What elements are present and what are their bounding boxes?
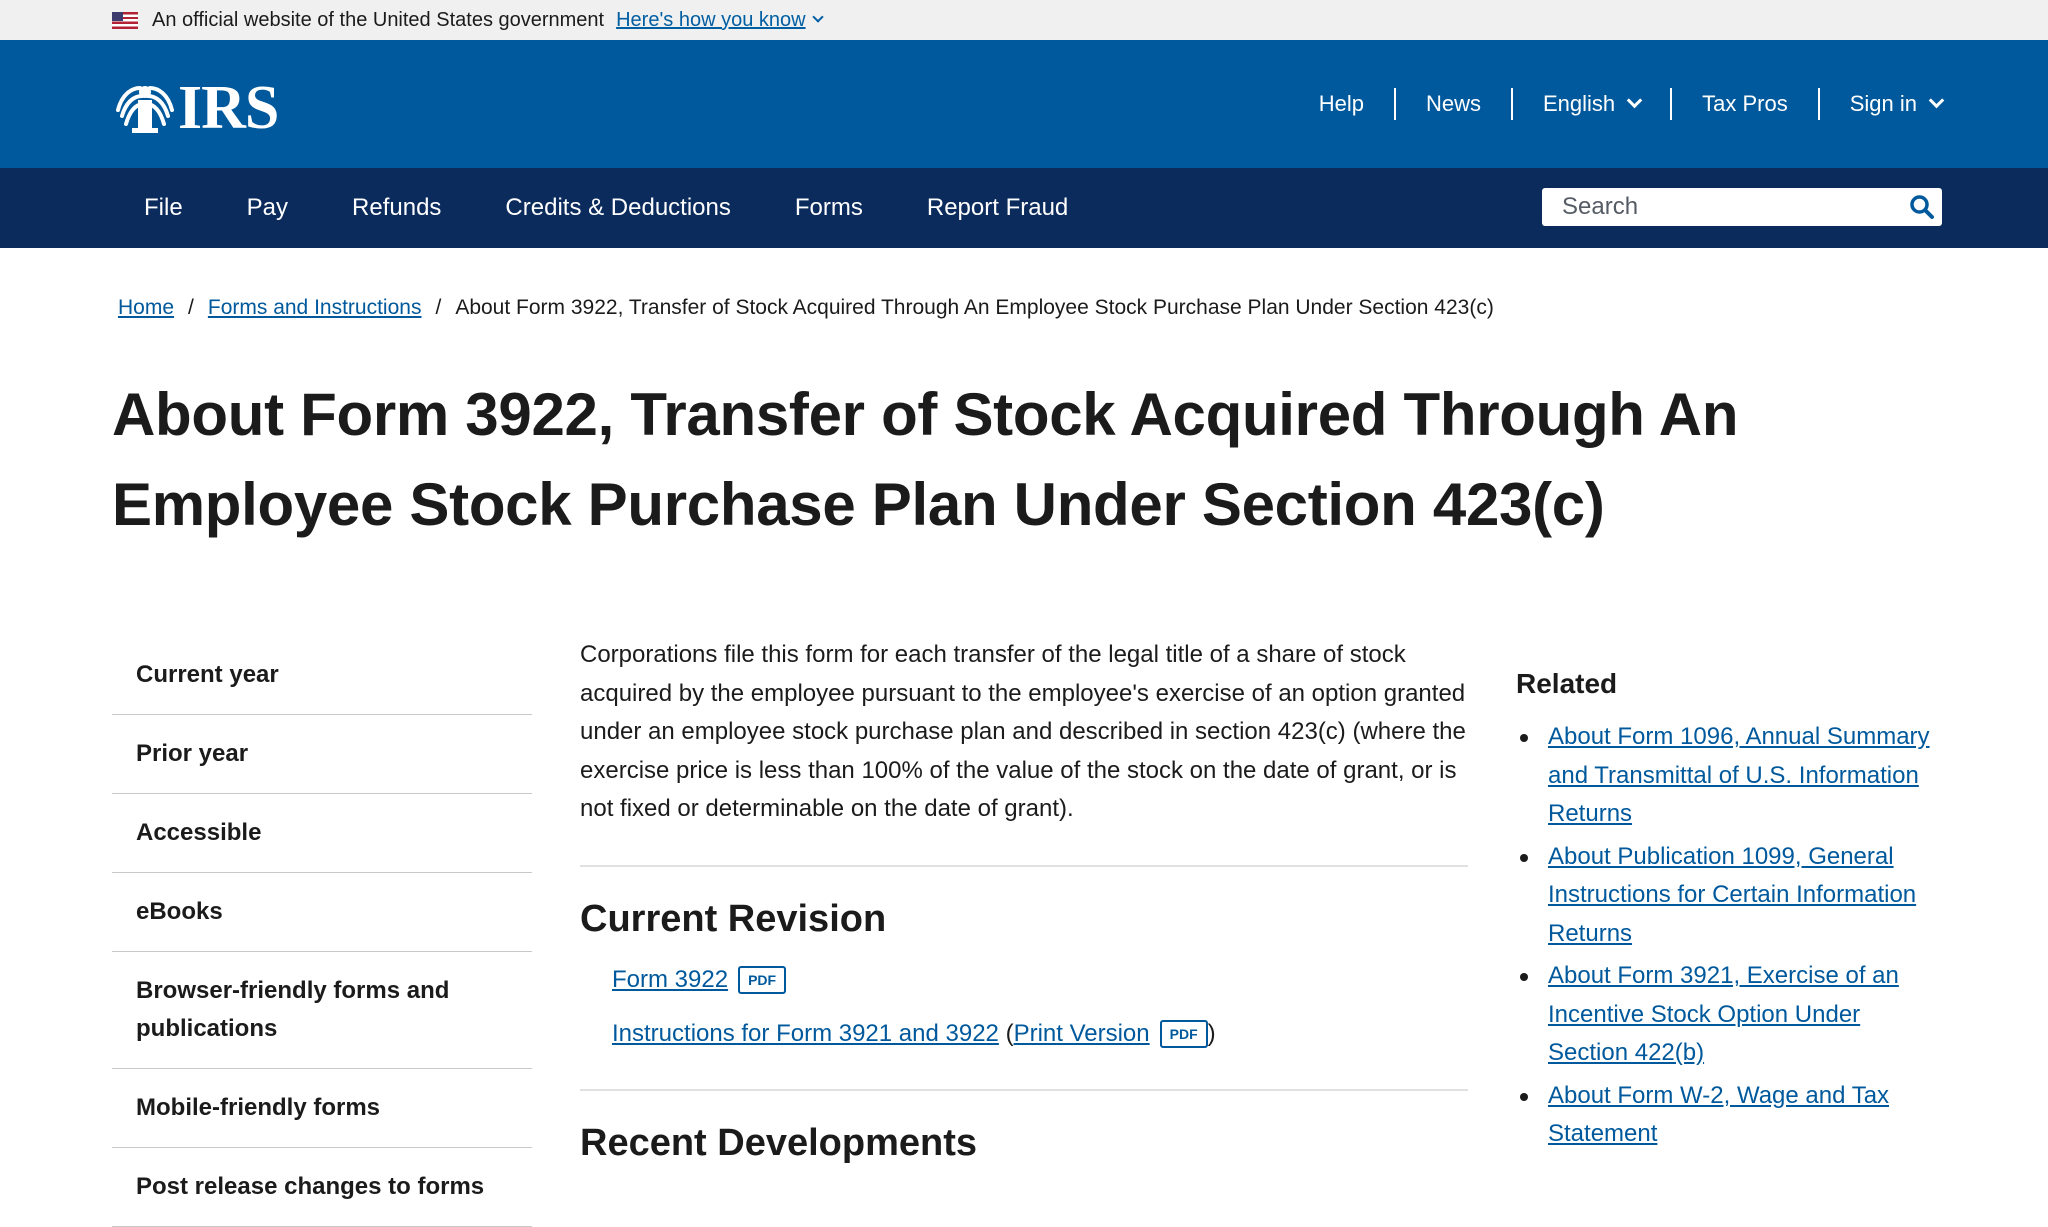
main-content: Corporations file this form for each tra… — [580, 636, 1468, 1165]
breadcrumb-separator: / — [435, 296, 442, 319]
utility-nav: Help News English Tax Pros Sign in — [1289, 40, 1945, 168]
intro-paragraph: Corporations file this form for each tra… — [580, 641, 1466, 822]
nav-item-pay[interactable]: Pay — [215, 168, 320, 248]
sidebar-nav: Current year Prior year Accessible eBook… — [112, 636, 532, 1227]
pdf-badge[interactable]: PDF — [738, 966, 787, 995]
list-item: About Form W-2, Wage and Tax Statement — [1516, 1077, 1936, 1154]
help-link[interactable]: Help — [1289, 91, 1394, 117]
eagle-logo-icon — [116, 86, 174, 133]
nav-item-forms[interactable]: Forms — [763, 168, 895, 248]
breadcrumb-forms-link[interactable]: Forms and Instructions — [208, 296, 422, 320]
gov-banner-text: An official website of the United States… — [152, 8, 605, 31]
chevron-down-icon[interactable] — [811, 11, 824, 23]
nav-item-report-fraud[interactable]: Report Fraud — [895, 168, 1100, 248]
chevron-down-icon — [1928, 92, 1945, 108]
sidebar-item-prior-year[interactable]: Prior year — [112, 715, 532, 794]
search-icon[interactable] — [1902, 188, 1942, 226]
list-item: About Publication 1099, General Instruct… — [1516, 838, 1936, 954]
sign-in-dropdown[interactable]: Sign in — [1820, 91, 1945, 117]
gov-banner: An official website of the United States… — [0, 0, 2048, 40]
current-revision-list: Form 3922 PDF Instructions for Form 3921 … — [580, 953, 1468, 1061]
nav-item-credits-deductions[interactable]: Credits & Deductions — [473, 168, 762, 248]
search-input[interactable] — [1542, 188, 1902, 226]
breadcrumb: Home / Forms and Instructions / About Fo… — [118, 296, 1494, 320]
instructions-link[interactable]: Instructions for Form 3921 and 3922 — [612, 1020, 999, 1047]
print-version-link[interactable]: Print Version — [1014, 1020, 1150, 1047]
chevron-down-icon — [1626, 92, 1643, 108]
main-nav: File Pay Refunds Credits & Deductions Fo… — [0, 168, 2048, 248]
tax-pros-link[interactable]: Tax Pros — [1672, 91, 1818, 117]
site-header: IRS Help News English Tax Pros Sign in — [0, 40, 2048, 168]
breadcrumb-home-link[interactable]: Home — [118, 296, 174, 320]
current-revision-heading: Current Revision — [580, 897, 887, 940]
pdf-badge[interactable]: PDF — [1159, 1020, 1208, 1049]
sidebar-item-mobile-friendly[interactable]: Mobile-friendly forms — [112, 1069, 532, 1148]
related-panel: Related About Form 1096, Annual Summary … — [1516, 668, 1936, 1158]
sidebar-item-browser-friendly[interactable]: Browser-friendly forms and publications — [112, 952, 532, 1069]
news-link[interactable]: News — [1396, 91, 1511, 117]
language-dropdown[interactable]: English — [1513, 91, 1670, 117]
breadcrumb-separator: / — [188, 296, 194, 319]
list-item: About Form 1096, Annual Summary and Tran… — [1516, 718, 1936, 834]
related-heading: Related — [1516, 668, 1618, 699]
list-item: About Form 3921, Exercise of an Incentiv… — [1516, 957, 1936, 1073]
recent-developments-heading: Recent Developments — [580, 1121, 978, 1164]
breadcrumb-current: About Form 3922, Transfer of Stock Acqui… — [455, 296, 1494, 319]
section-divider — [580, 1088, 1468, 1091]
related-list: About Form 1096, Annual Summary and Tran… — [1516, 718, 1936, 1154]
related-link-form-w2[interactable]: About Form W-2, Wage and Tax Statement — [1548, 1082, 1889, 1148]
us-flag-icon — [112, 11, 138, 29]
sidebar-item-current-year[interactable]: Current year — [112, 636, 532, 715]
sidebar-item-ebooks[interactable]: eBooks — [112, 873, 532, 952]
close-paren: ) — [1207, 1019, 1216, 1047]
irs-logo[interactable]: IRS — [114, 74, 279, 142]
related-link-form-1096[interactable]: About Form 1096, Annual Summary and Tran… — [1548, 723, 1930, 827]
language-label: English — [1542, 91, 1616, 116]
list-item: Form 3922 PDF — [612, 953, 1468, 1007]
nav-item-file[interactable]: File — [112, 168, 215, 248]
sign-in-label: Sign in — [1849, 91, 1917, 116]
logo-text: IRS — [178, 74, 279, 142]
heres-how-you-know-link[interactable]: Here's how you know — [616, 9, 805, 32]
sidebar-item-accessible[interactable]: Accessible — [112, 794, 532, 873]
sidebar-item-post-release-changes[interactable]: Post release changes to forms — [112, 1148, 532, 1227]
related-link-form-3921[interactable]: About Form 3921, Exercise of an Incentiv… — [1548, 962, 1899, 1066]
related-link-pub-1099[interactable]: About Publication 1099, General Instruct… — [1548, 843, 1916, 947]
section-divider — [580, 864, 1468, 867]
list-item: Instructions for Form 3921 and 3922 (Pri… — [612, 1007, 1468, 1061]
page-title: About Form 3922, Transfer of Stock Acqui… — [112, 381, 1739, 538]
form-3922-link[interactable]: Form 3922 — [612, 966, 728, 993]
search-box — [1542, 188, 1942, 226]
open-paren: ( — [1005, 1019, 1014, 1047]
nav-item-refunds[interactable]: Refunds — [320, 168, 473, 248]
